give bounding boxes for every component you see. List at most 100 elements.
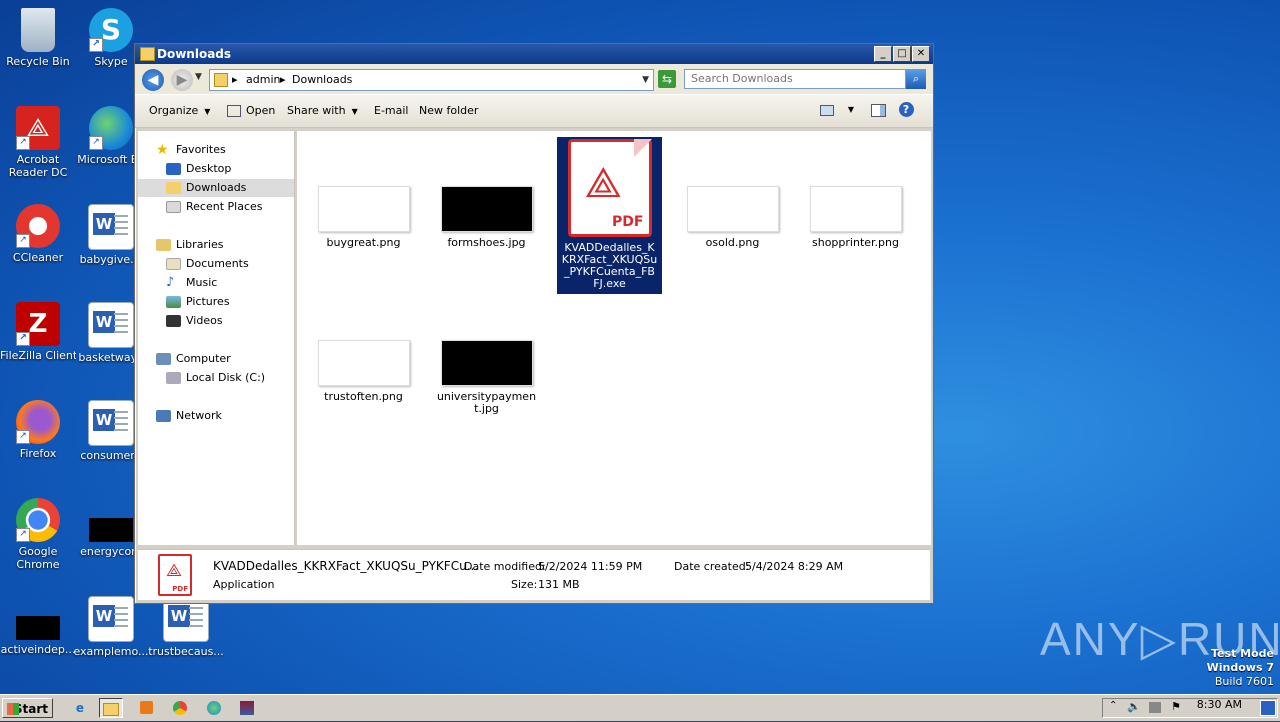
taskbar-clock[interactable]: 8:30 AM	[1197, 698, 1242, 711]
help-icon[interactable]: ?	[897, 101, 915, 119]
documents-icon	[166, 258, 181, 270]
nav-item-label: Recent Places	[186, 200, 263, 213]
volume-icon[interactable]: 🔈	[1127, 700, 1141, 713]
back-button[interactable]: ◀	[142, 69, 164, 91]
word-document-icon: W	[88, 204, 134, 250]
file-item[interactable]: formshoes.jpg	[434, 186, 539, 249]
refresh-button[interactable]: ⇆	[658, 70, 676, 88]
maximize-button[interactable]: □	[893, 46, 911, 62]
file-item[interactable]: buygreat.png	[311, 186, 416, 249]
taskbar: Start e ⌃ 🔈 ⚑ 8:30 AM	[0, 694, 1280, 721]
edge-icon[interactable]	[202, 698, 226, 718]
breadcrumb-separator[interactable]: ▸	[280, 70, 286, 90]
open-button[interactable]: Open	[227, 104, 275, 117]
window-title: Downloads	[157, 47, 232, 61]
desktop-icon-acrobat[interactable]: ⟁ ↗ Acrobat Reader DC	[0, 106, 76, 179]
file-item[interactable]: universitypayment.jpg	[434, 340, 539, 415]
winrar-icon[interactable]	[235, 698, 259, 718]
nav-item-music[interactable]: ♪ Music	[166, 274, 217, 292]
nav-item-computer[interactable]: Computer	[156, 350, 231, 368]
minimize-button[interactable]: _	[874, 46, 892, 62]
search-input[interactable]	[684, 69, 906, 89]
network-icon	[156, 410, 171, 422]
window-titlebar[interactable]: Downloads _ □ ✕	[135, 44, 933, 64]
address-bar-row: ◀ ▶ ▼ ▸ admin ▸ Downloads ▼ ⇆ ⌕	[135, 64, 933, 94]
nav-item-documents[interactable]: Documents	[166, 255, 249, 273]
file-name: shopprinter.png	[812, 236, 899, 249]
file-item[interactable]: osold.png	[680, 186, 785, 249]
recent-pages-dropdown[interactable]: ▼	[195, 72, 202, 82]
desktop-icon-trustbecaus[interactable]: W trustbecaus...	[148, 596, 224, 658]
desktop-icon-label: FileZilla Client	[0, 349, 76, 362]
nav-item-libraries[interactable]: Libraries	[156, 236, 224, 254]
breadcrumb-downloads[interactable]: Downloads	[292, 70, 352, 90]
show-desktop-button[interactable]	[1260, 700, 1276, 716]
nav-item-local-disk[interactable]: Local Disk (C:)	[166, 369, 265, 387]
chrome-icon[interactable]	[168, 698, 192, 718]
new-folder-button[interactable]: New folder	[419, 104, 478, 117]
media-player-icon[interactable]	[134, 698, 158, 718]
nav-item-desktop[interactable]: Desktop	[166, 160, 231, 178]
folder-icon	[140, 47, 155, 61]
change-view-icon[interactable]	[819, 101, 835, 119]
start-button[interactable]: Start	[2, 698, 53, 718]
desktop-icon-firefox[interactable]: ↗ Firefox	[0, 400, 76, 460]
desktop-icon-ccleaner[interactable]: ↗ CCleaner	[0, 204, 76, 264]
folder-icon	[214, 73, 228, 87]
date-modified-value: 5/2/2024 11:59 PM	[538, 560, 643, 573]
nav-item-favorites[interactable]: ★ Favorites	[156, 141, 226, 159]
details-pane: ⟁ PDF KVADDedalles_KKRXFact_XKUQSu_PYKFC…	[138, 549, 930, 600]
desktop-icon-filezilla[interactable]: Z ↗ FileZilla Client	[0, 302, 76, 362]
file-item[interactable]: trustoften.png	[311, 340, 416, 403]
search-icon[interactable]: ⌕	[906, 69, 926, 89]
nav-item-label: Network	[176, 409, 222, 422]
desktop-icon-recycle-bin[interactable]: Recycle Bin	[0, 8, 76, 68]
music-icon: ♪	[166, 275, 175, 290]
navigation-pane: ★ Favorites Desktop Downloads Recent Plac…	[138, 131, 295, 545]
nav-item-pictures[interactable]: Pictures	[166, 293, 230, 311]
forward-button[interactable]: ▶	[171, 69, 193, 91]
size-label: Size:	[511, 578, 538, 591]
image-thumbnail	[317, 186, 410, 232]
pdf-label: PDF	[172, 585, 188, 593]
word-document-icon: W	[88, 400, 134, 446]
breadcrumb-separator[interactable]: ▸	[232, 70, 238, 90]
network-status-icon[interactable]	[1149, 702, 1161, 713]
action-center-flag-icon[interactable]: ⚑	[1171, 700, 1181, 713]
chevron-down-icon[interactable]: ▼	[642, 70, 649, 90]
share-with-button[interactable]: Share with ▼	[287, 104, 358, 117]
build-line: Build 7601	[1214, 675, 1274, 688]
organize-button[interactable]: Organize ▼	[149, 104, 210, 117]
system-tray: ⌃ 🔈 ⚑	[1102, 698, 1278, 718]
address-field[interactable]: ▸ admin ▸ Downloads ▼	[209, 69, 654, 91]
filezilla-icon: Z ↗	[16, 302, 60, 346]
chevron-down-icon: ▼	[351, 107, 358, 116]
desktop-icon-activeindep[interactable]: activeindep...	[0, 596, 76, 656]
desktop-icon-label: Recycle Bin	[6, 55, 70, 68]
desktop-icon-label: trustbecaus...	[148, 645, 224, 658]
open-label: Open	[246, 104, 276, 117]
edge-icon: ↗	[89, 106, 133, 150]
nav-item-videos[interactable]: Videos	[166, 312, 223, 330]
acrobat-reader-icon: ⟁ ↗	[16, 106, 60, 150]
chevron-down-icon[interactable]: ▼	[845, 101, 857, 119]
breadcrumb-admin[interactable]: admin	[246, 70, 280, 90]
file-item[interactable]: shopprinter.png	[803, 186, 908, 249]
close-button[interactable]: ✕	[912, 46, 930, 62]
show-hidden-icons-icon[interactable]: ⌃	[1109, 700, 1117, 711]
windows-logo-icon	[7, 703, 19, 715]
nav-item-label: Music	[186, 276, 218, 289]
share-with-label: Share with	[287, 104, 346, 117]
preview-pane-icon[interactable]	[869, 101, 887, 119]
internet-explorer-icon[interactable]: e	[68, 698, 92, 718]
desktop-icon-chrome[interactable]: ↗ Google Chrome	[0, 498, 76, 571]
nav-item-label: Libraries	[176, 238, 224, 251]
windows-explorer-icon[interactable]	[99, 698, 123, 718]
nav-item-recent-places[interactable]: Recent Places	[166, 198, 263, 216]
nav-item-downloads[interactable]: Downloads	[138, 179, 294, 197]
file-name: KVADDedalles_KKRXFact_XKUQSu_PYKFCuenta_…	[561, 241, 658, 290]
file-item-selected[interactable]: ⟁ PDF KVADDedalles_KKRXFact_XKUQSu_PYKFC…	[557, 137, 662, 294]
email-button[interactable]: E-mail	[374, 104, 409, 117]
nav-item-network[interactable]: Network	[156, 407, 222, 425]
desktop-icon-examplemo[interactable]: W examplemo...	[73, 596, 149, 658]
